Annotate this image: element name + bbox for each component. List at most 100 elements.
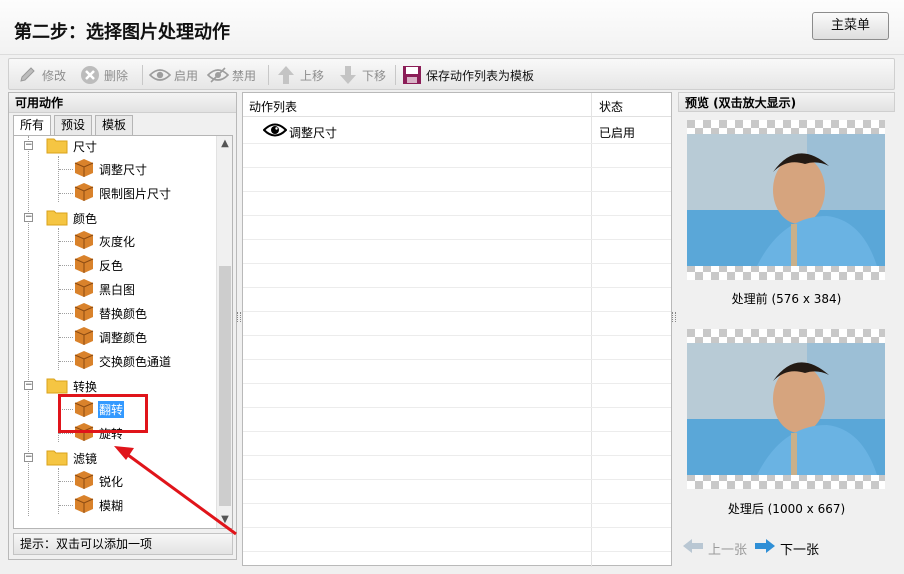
scroll-up-icon[interactable]: ▲ <box>217 136 232 152</box>
tree-item-label: 调整尺寸 <box>99 162 148 177</box>
row-divider <box>243 191 671 192</box>
tab-presets[interactable]: 预设 <box>54 115 93 135</box>
tree-connector <box>59 433 73 434</box>
previous-label: 上一张 <box>708 542 748 558</box>
annotation-highlight-box <box>58 394 148 433</box>
move-up-button[interactable]: 上移 <box>275 63 324 87</box>
table-row[interactable]: 调整尺寸 已启用 <box>243 119 671 143</box>
save-template-button[interactable]: 保存动作列表为模板 <box>401 63 534 87</box>
tree-connector <box>59 481 73 482</box>
splitter-handle[interactable] <box>672 312 676 322</box>
tree-connector <box>59 361 73 362</box>
box-icon <box>74 230 94 253</box>
tree-connector <box>59 265 73 266</box>
tree-group-label: 转换 <box>73 379 98 394</box>
action-list-panel: 动作列表 状态 调整尺寸 已启用 <box>242 92 672 567</box>
row-divider <box>243 407 671 408</box>
action-name: 调整尺寸 <box>289 126 338 140</box>
collapse-toggle[interactable]: − <box>24 213 33 222</box>
preview-before-image[interactable] <box>687 120 885 280</box>
row-divider <box>243 287 671 288</box>
tab-all[interactable]: 所有 <box>13 115 52 136</box>
box-icon <box>74 302 94 325</box>
edit-label: 修改 <box>42 68 67 83</box>
arrow-right-icon <box>754 538 776 558</box>
collapse-toggle[interactable]: − <box>24 141 33 150</box>
tree-connector <box>58 156 59 202</box>
tree-group-size[interactable]: 尺寸 <box>46 136 98 157</box>
folder-icon <box>46 208 68 229</box>
box-icon <box>74 494 94 517</box>
tree-item-replace-color[interactable]: 替换颜色 <box>74 302 148 324</box>
toolbar-divider <box>395 65 396 85</box>
tree-item-blur[interactable]: 模糊 <box>74 494 124 516</box>
delete-icon <box>79 64 101 86</box>
tree-item-grayscale[interactable]: 灰度化 <box>74 230 136 252</box>
tree-item-invert[interactable]: 反色 <box>74 254 124 276</box>
tree-item-resize[interactable]: 调整尺寸 <box>74 158 148 180</box>
tree-group-label: 尺寸 <box>73 139 98 154</box>
title-bar: 第二步：选择图片处理动作 主菜单 <box>0 0 904 55</box>
action-status: 已启用 <box>599 126 636 140</box>
box-icon <box>74 254 94 277</box>
previous-button[interactable]: 上一张 <box>682 536 747 560</box>
column-header-action[interactable]: 动作列表 <box>249 98 297 115</box>
splitter-handle[interactable] <box>237 312 241 322</box>
box-icon <box>74 350 94 373</box>
row-divider <box>243 431 671 432</box>
scroll-thumb[interactable] <box>219 266 231 506</box>
tab-templates[interactable]: 模板 <box>95 115 134 135</box>
tree-item-swap-channels[interactable]: 交换颜色通道 <box>74 350 172 372</box>
tree-scrollbar[interactable]: ▲ ▼ <box>216 136 232 528</box>
tree-item-black-white[interactable]: 黑白图 <box>74 278 136 300</box>
hint-bar: 提示：双击可以添加一项 <box>13 533 233 555</box>
row-divider <box>243 263 671 264</box>
toolbar-divider <box>142 65 143 85</box>
collapse-toggle[interactable]: − <box>24 453 33 462</box>
row-divider <box>243 215 671 216</box>
toolbar-divider <box>268 65 269 85</box>
tree-connector <box>59 337 73 338</box>
tree-item-adjust-color[interactable]: 调整颜色 <box>74 326 148 348</box>
row-divider <box>243 479 671 480</box>
row-divider <box>243 551 671 552</box>
tree-connector <box>58 468 59 514</box>
row-divider <box>243 359 671 360</box>
action-tabs: 所有 预设 模板 <box>13 115 134 136</box>
enable-button[interactable]: 启用 <box>149 63 198 87</box>
page-title: 第二步：选择图片处理动作 <box>14 22 230 43</box>
box-icon <box>74 158 94 181</box>
column-header-status[interactable]: 状态 <box>599 98 623 115</box>
move-up-label: 上移 <box>300 68 325 83</box>
tree-group-label: 滤镜 <box>73 451 98 466</box>
tree-item-label: 限制图片尺寸 <box>99 186 172 201</box>
row-divider <box>243 503 671 504</box>
tree-item-label: 反色 <box>99 258 124 273</box>
tree-item-label: 模糊 <box>99 498 124 513</box>
row-divider <box>243 167 671 168</box>
tree-connector <box>59 193 73 194</box>
eye-icon[interactable] <box>262 122 288 141</box>
tree-item-sharpen[interactable]: 锐化 <box>74 470 124 492</box>
tree-item-limit-size[interactable]: 限制图片尺寸 <box>74 182 172 204</box>
row-divider <box>243 383 671 384</box>
collapse-toggle[interactable]: − <box>24 381 33 390</box>
enable-label: 启用 <box>174 68 199 83</box>
edit-button[interactable]: 修改 <box>17 63 66 87</box>
disable-button[interactable]: 禁用 <box>207 63 256 87</box>
delete-button[interactable]: 删除 <box>79 63 128 87</box>
available-actions-panel: 可用动作 所有 预设 模板 − 尺寸 调整尺寸 限制图片尺寸 − 颜色 灰度化 … <box>8 92 237 560</box>
tree-group-filter[interactable]: 滤镜 <box>46 447 98 469</box>
scroll-down-icon[interactable]: ▼ <box>217 512 232 528</box>
preview-after-image[interactable] <box>687 329 885 489</box>
tree-connector <box>59 169 73 170</box>
row-divider <box>243 311 671 312</box>
move-down-button[interactable]: 下移 <box>337 63 386 87</box>
next-button[interactable]: 下一张 <box>754 536 819 560</box>
save-icon <box>401 64 423 86</box>
main-menu-button[interactable]: 主菜单 <box>812 12 889 40</box>
preview-before-caption: 处理前 (576 x 384) <box>731 292 842 306</box>
folder-icon <box>46 448 68 469</box>
box-icon <box>74 326 94 349</box>
tree-group-color[interactable]: 颜色 <box>46 207 98 229</box>
